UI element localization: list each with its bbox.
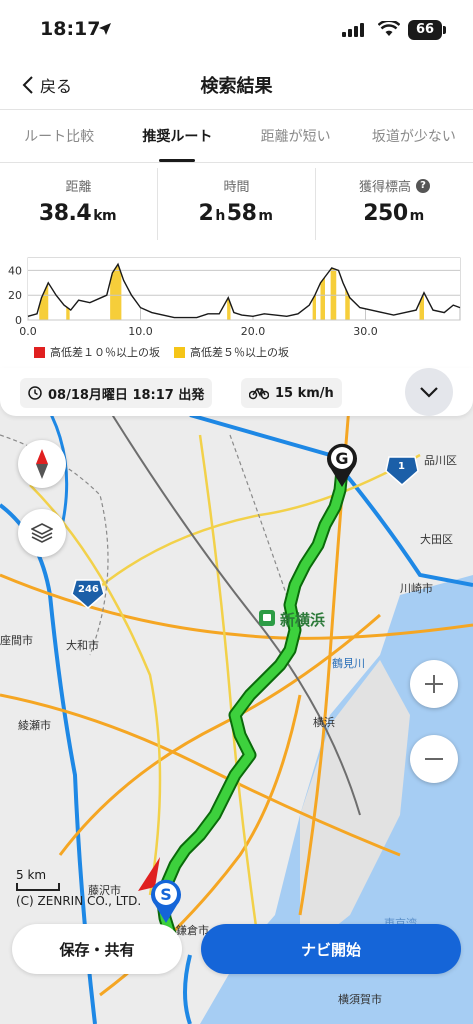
x-tick-label: 30.0 [353,325,378,338]
plus-icon [425,675,443,693]
layers-icon [31,523,53,543]
time-label: 時間 [223,180,250,195]
start-marker-letter: S [160,885,172,904]
distance-stat: 距離 38.4 km [0,168,157,240]
map-label-yamato: 大和市 [66,639,99,652]
distance-unit: km [93,208,117,224]
x-tick-label: 0.0 [19,325,37,338]
speed-text: 15 km/h [275,385,334,401]
minus-icon [425,758,443,760]
time-minutes: 58 [226,201,257,226]
chevron-down-icon [420,387,438,398]
bicycle-icon [249,388,269,400]
x-tick-label: 10.0 [128,325,153,338]
scale-bar [16,883,60,891]
map-label-kawasaki: 川崎市 [400,582,433,595]
y-tick-label: 40 [8,264,22,277]
map-label-route-246: 246 [78,584,99,595]
legend-label-10pct: 高低差１０％以上の坂 [50,346,160,359]
map-label-tsurumi-river: 鶴見川 [332,657,365,670]
location-arrow-icon [99,23,111,35]
departure-time-text: 08/18月曜日 18:17 出発 [48,387,205,403]
zoom-out-button[interactable] [410,735,458,783]
start-navigation-button[interactable]: ナビ開始 [201,924,461,974]
elevation-stat: 獲得標高? 250 m [315,168,473,240]
cellular-signal-icon [342,23,364,37]
layers-button[interactable] [18,509,66,557]
nav-header: 戻る 検索結果 [0,60,473,110]
elevation-label: 獲得標高 [358,180,411,195]
legend-item-5pct: 高低差５％以上の坂 [174,344,289,360]
compass-icon [36,449,48,479]
battery-cap [443,26,446,34]
time-hours: 2 [198,201,214,226]
save-share-button[interactable]: 保存・共有 [12,924,182,974]
tab-fewer-slopes[interactable]: 坂道が少ない [355,111,473,162]
goal-marker[interactable]: G [323,439,361,489]
tab-shortest[interactable]: 距離が短い [237,111,355,162]
route-stats: 距離 38.4 km 時間 2 h58 m 獲得標高? 250 m [0,168,473,240]
distance-label: 距離 [65,180,92,195]
page-title: 検索結果 [200,76,273,97]
help-icon[interactable]: ? [416,178,430,193]
map-label-ota: 大田区 [420,533,453,546]
status-time: 18:17 [40,18,101,40]
map-label-zama: 座間市 [0,634,33,647]
chart-legend: 高低差１０％以上の坂 高低差５％以上の坂 [34,344,289,360]
zoom-in-button[interactable] [410,660,458,708]
wifi-icon [378,21,400,36]
status-bar: 18:17 66 [0,0,473,60]
chart-upper-mask [28,258,460,318]
battery-indicator: 66 [408,20,442,40]
clock-icon [28,386,42,400]
map-label-shinyokohama: 新横浜 [280,611,326,629]
legend-swatch-yellow [174,346,185,358]
map-copyright: (C) ZENRIN CO., LTD. [16,894,142,908]
time-minutes-unit: m [258,208,273,224]
goal-marker-letter: G [335,449,348,468]
map-label-yokosuka: 横須賀市 [338,993,382,1006]
scale-label: 5 km [16,868,47,882]
map-label-route-1: 1 [398,461,405,472]
compass-button[interactable] [18,440,66,488]
map-label-yokohama: 横浜 [313,716,335,729]
tab-recommended[interactable]: 推奨ルート [118,111,236,162]
time-stat: 時間 2 h58 m [157,168,315,240]
map-scale: 5 km [16,868,60,891]
speed-chip[interactable]: 15 km/h [241,378,342,408]
distance-value: 38.4 [38,201,92,226]
elevation-value: 250 [363,201,408,226]
expand-button[interactable] [405,368,453,416]
tab-compare[interactable]: ルート比較 [0,111,118,162]
legend-item-10pct: 高低差１０％以上の坂 [34,344,160,360]
departure-time-chip[interactable]: 08/18月曜日 18:17 出発 [20,378,213,408]
y-tick-label: 20 [8,289,22,302]
map-label-shinagawa: 品川区 [424,454,457,467]
departure-bar: 08/18月曜日 18:17 出発 15 km/h [0,368,473,416]
legend-swatch-red [34,346,45,358]
route-tabs: ルート比較 推奨ルート 距離が短い 坂道が少ない [0,111,473,163]
elevation-unit: m [409,208,425,224]
x-tick-label: 20.0 [241,325,266,338]
map-label-ayase: 綾瀬市 [18,719,51,732]
legend-label-5pct: 高低差５％以上の坂 [190,346,289,359]
start-marker[interactable]: S [147,875,185,925]
time-hours-unit: h [215,208,225,224]
